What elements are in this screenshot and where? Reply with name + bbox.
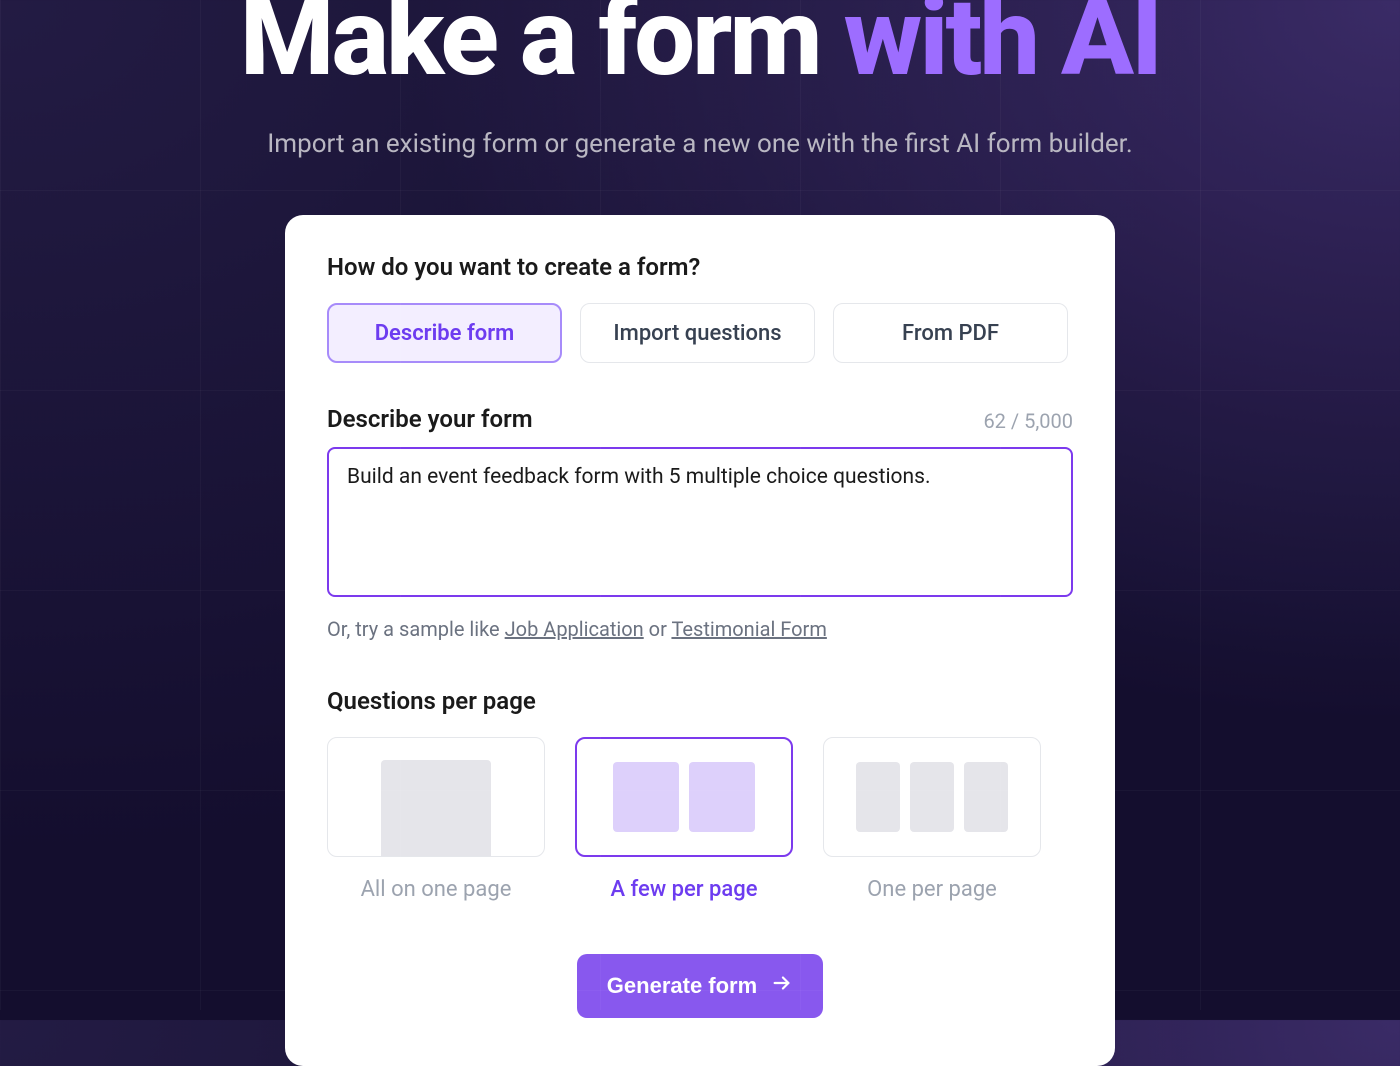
layout-caption-one: One per page xyxy=(823,877,1041,902)
layout-option-few-per-page[interactable]: A few per page xyxy=(575,737,793,902)
sample-link-testimonial-form[interactable]: Testimonial Form xyxy=(671,617,826,641)
layout-shape xyxy=(613,762,679,832)
hint-prefix: Or, try a sample like xyxy=(327,617,505,641)
title-accent: with AI xyxy=(844,0,1161,101)
layout-shape xyxy=(689,762,755,832)
layout-thumb-all xyxy=(327,737,545,857)
describe-field-header: Describe your form 62 / 5,000 xyxy=(327,405,1073,433)
layout-thumb-few xyxy=(575,737,793,857)
layout-option-one-per-page[interactable]: One per page xyxy=(823,737,1041,902)
layout-thumb-one xyxy=(823,737,1041,857)
layout-caption-all: All on one page xyxy=(327,877,545,902)
create-method-tabs: Describe form Import questions From PDF xyxy=(327,303,1073,363)
sample-link-job-application[interactable]: Job Application xyxy=(505,617,644,641)
page-title: Make a form with AI xyxy=(0,0,1400,87)
create-method-label: How do you want to create a form? xyxy=(327,253,1073,281)
char-count: 62 / 5,000 xyxy=(983,409,1073,433)
describe-input[interactable]: Build an event feedback form with 5 mult… xyxy=(327,447,1073,597)
layout-shape xyxy=(964,762,1008,832)
arrow-right-icon xyxy=(771,972,793,1000)
tab-describe-form[interactable]: Describe form xyxy=(327,303,562,363)
layout-shape xyxy=(381,760,491,856)
cta-row: Generate form xyxy=(327,954,1073,1018)
form-builder-card: How do you want to create a form? Descri… xyxy=(285,215,1115,1066)
tab-from-pdf[interactable]: From PDF xyxy=(833,303,1068,363)
tab-import-questions[interactable]: Import questions xyxy=(580,303,815,363)
layout-shape xyxy=(856,762,900,832)
layout-caption-few: A few per page xyxy=(575,877,793,902)
generate-form-label: Generate form xyxy=(607,973,757,999)
hero: Make a form with AI Import an existing f… xyxy=(0,0,1400,159)
title-plain: Make a form xyxy=(240,0,844,101)
questions-per-page-label: Questions per page xyxy=(327,687,1073,715)
layout-option-all-one-page[interactable]: All on one page xyxy=(327,737,545,902)
page-subtitle: Import an existing form or generate a ne… xyxy=(0,129,1400,159)
describe-label: Describe your form xyxy=(327,405,533,433)
sample-hint: Or, try a sample like Job Application or… xyxy=(327,617,1073,641)
layout-shape xyxy=(910,762,954,832)
hint-sep: or xyxy=(644,617,672,641)
layout-options: All on one page A few per page One per p… xyxy=(327,737,1073,902)
generate-form-button[interactable]: Generate form xyxy=(577,954,823,1018)
